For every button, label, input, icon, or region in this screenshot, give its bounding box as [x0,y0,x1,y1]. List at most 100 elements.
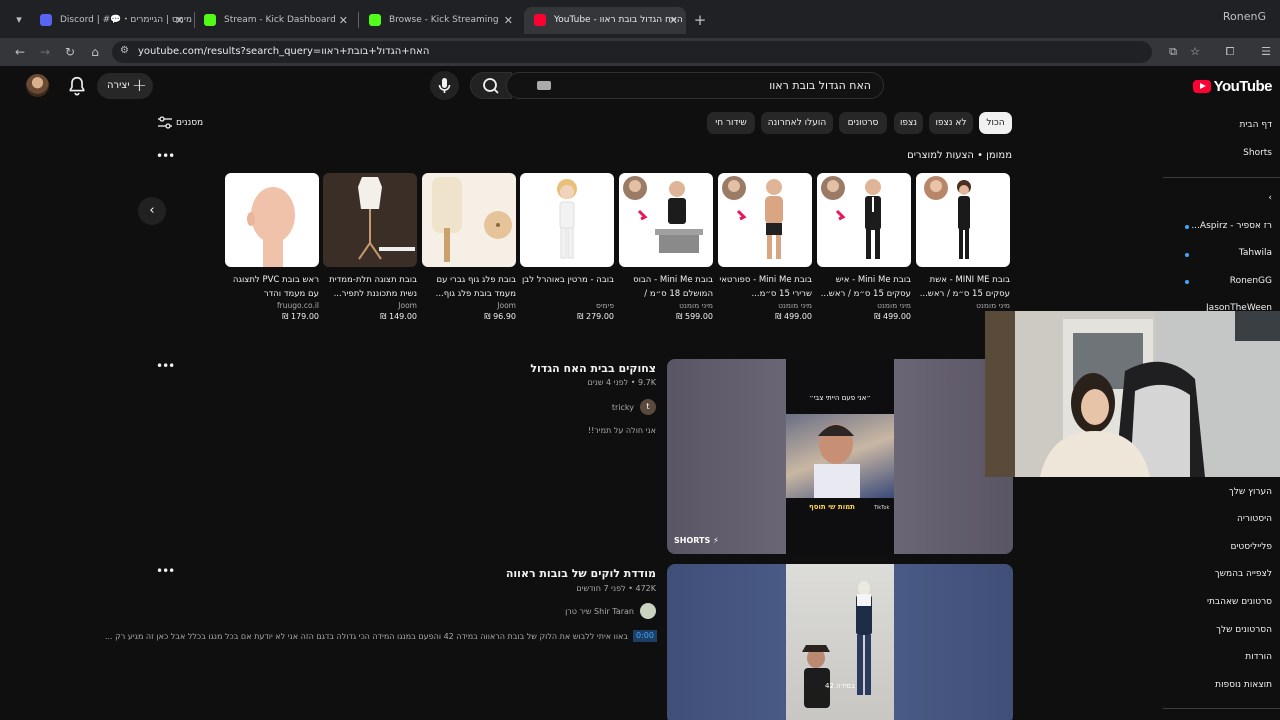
product-store: Joom [497,301,516,310]
more-options-icon[interactable]: ••• [156,360,175,375]
product-store: מיני מומנט [976,301,1010,310]
product-title[interactable]: בובת תצוגה תלת-ממדית נשית מתכוננת לתפיר.… [323,273,417,301]
home-icon[interactable]: ⌂ [86,43,104,61]
filters-button[interactable]: מסננים [157,115,203,131]
voice-search-button[interactable] [430,71,459,100]
guide-item-your-videos[interactable]: הסרטונים שלך [1216,625,1272,635]
guide-sub-ronengg[interactable]: RonenGG [1230,276,1272,286]
guide-sub-aspirz[interactable]: רז אספיר - Aspirz... [1191,221,1272,231]
shorts-badge: SHORTS ⚡ [674,536,719,545]
product-card[interactable]: בובת פלג גוף גברי עם מעמד בובת פלג גוף..… [422,173,516,322]
tab-kick-dashboard[interactable]: Stream - Kick Dashboard ✕ [194,7,356,34]
product-card[interactable]: בובה - מרטין באוהרל לבן פימיס 279.00 ₪ [520,173,614,322]
address-url[interactable]: youtube.com/results?search_query=האח+הגד… [138,41,429,63]
product-title[interactable]: בובת Mini Me - ספורטאי שרירי 15 ס״מ... [718,273,812,301]
chevron-left-icon[interactable]: ‹ [138,197,166,225]
guide-item-your-channel[interactable]: הערוץ שלך [1229,487,1272,497]
address-bar[interactable]: ⚙ youtube.com/results?search_query=האח+ה… [112,41,1152,63]
product-card[interactable]: בובת MINI ME - אשת עסקים 15 ס״מ / ראש...… [916,173,1010,311]
video-thumbnail[interactable]: ״אני פעם הייתי צבי״ תמות שי תוסף TikTok … [667,359,1013,554]
product-title[interactable]: בובת Mini Me - איש עסקים 15 ס״מ / ראש... [817,273,911,301]
product-thumbnail[interactable] [422,173,516,267]
product-thumbnail[interactable] [817,173,911,267]
product-card[interactable]: בובת Mini Me - הבוס המושלם 18 ס״מ / ראש.… [619,173,713,322]
new-tab-button[interactable]: + [690,10,710,30]
tab-close-icon[interactable]: ✕ [669,7,678,34]
product-store: פימיס [596,301,614,310]
product-title[interactable]: ראש בובת PVC לתצוגה עם מעמד והדר [225,273,319,301]
site-info-icon[interactable]: ⚙ [120,45,129,56]
forward-arrow-icon[interactable]: → [36,43,54,61]
product-card[interactable]: ראש בובת PVC לתצוגה עם מעמד והדר fruugo.… [225,173,319,322]
video-title[interactable]: מודדת לוקים של בובות ראווה [506,567,656,580]
guide-item-history[interactable]: היסטוריה [1237,514,1272,524]
tab-close-icon[interactable]: ✕ [504,7,513,34]
tab-close-icon[interactable]: ✕ [175,7,184,34]
extensions-icon[interactable]: ⧠ [1221,43,1239,61]
chip-videos[interactable]: סרטונים [839,112,887,134]
guide-item-shorts[interactable]: Shorts [1243,148,1272,158]
product-card[interactable]: בובת Mini Me - ספורטאי שרירי 15 ס״מ... מ… [718,173,812,322]
discord-favicon-icon [40,14,52,26]
search-query[interactable]: האח הגדול בובת ראוו [769,73,871,98]
profile-label[interactable]: RonenG [1223,10,1266,23]
product-thumbnail[interactable] [718,173,812,267]
tab-discord[interactable]: Discord | #💬・שיחות&מימס | הגיימרים ✕ [30,7,192,34]
product-thumbnail[interactable] [520,173,614,267]
guide-item-liked-videos[interactable]: סרטונים שאהבתי [1207,597,1272,607]
video-thumbnail[interactable]: במידה 42 [667,564,1013,720]
channel-name[interactable]: tricky [612,403,634,412]
product-thumbnail[interactable] [916,173,1010,267]
tab-kick-browse[interactable]: Browse - Kick Streaming ✕ [359,7,521,34]
chip-recently-uploaded[interactable]: הועלו לאחרונה [761,112,833,134]
reload-icon[interactable]: ↻ [61,43,79,61]
create-button[interactable]: יצירה + [97,73,153,99]
product-title[interactable]: בובת MINI ME - אשת עסקים 15 ס״מ / ראש... [916,273,1010,301]
product-card[interactable]: בובת Mini Me - איש עסקים 15 ס״מ / ראש...… [817,173,911,322]
product-title[interactable]: בובת פלג גוף גברי עם מעמד בובת פלג גוף..… [422,273,516,301]
browser-menu-icon[interactable]: ☰ [1257,43,1275,61]
video-title[interactable]: צחוקים בבית האח הגדול [530,362,656,375]
webcam-overlay [985,311,1280,477]
tab-youtube[interactable]: YouTube - האח הגדול בובת ראוו ✕ [524,7,686,34]
bookmark-star-icon[interactable]: ☆ [1186,43,1204,61]
search-input[interactable]: האח הגדול בובת ראוו [506,72,884,99]
notifications-bell-icon[interactable] [66,75,88,97]
guide-item-home[interactable]: דף הבית [1239,120,1272,130]
more-options-icon[interactable]: ••• [156,565,175,580]
channel-avatar[interactable]: t [640,399,656,415]
chapter-timestamp[interactable]: 0:00 [633,630,657,642]
product-price: 96.90 ₪ [484,312,516,321]
guide-item-watch-later[interactable]: לצפייה בהמשך [1215,569,1272,579]
shorts-frame-image [786,414,894,498]
product-title[interactable]: בובה - מרטין באוהרל לבן [520,273,614,301]
shorts-badge-label: SHORTS [674,536,711,545]
chip-watched[interactable]: נצפו [894,112,923,134]
guide-item-playlists[interactable]: פלייליסטים [1230,542,1272,552]
tab-close-icon[interactable]: ✕ [339,7,348,34]
keyboard-icon[interactable] [537,81,551,90]
tab-title: Stream - Kick Dashboard [224,15,336,25]
chip-unwatched[interactable]: לא נצפו [929,112,973,134]
avatar[interactable] [26,74,49,97]
product-store: Joom [398,301,417,310]
product-card[interactable]: בובת תצוגה תלת-ממדית נשית מתכוננת לתפיר.… [323,173,417,322]
product-thumbnail[interactable] [323,173,417,267]
more-options-icon[interactable]: ••• [156,150,175,165]
guide-sub-tahwila[interactable]: Tahwila [1239,248,1272,258]
tab-title: Discord | #💬・שיחות&מימס | הגיימרים [60,15,192,25]
youtube-logo[interactable]: YouTube [1192,76,1273,96]
product-thumbnail[interactable] [619,173,713,267]
install-app-icon[interactable]: ⧉ [1164,43,1182,61]
tab-search-chevron-icon[interactable]: ▾ [9,10,29,30]
guide-item-downloads[interactable]: הורדות [1245,652,1272,662]
channel-name[interactable]: שיר טרן Shir Taran [565,607,634,616]
chip-live[interactable]: שידור חי [707,112,755,134]
chevron-right-icon[interactable]: › [1268,193,1272,203]
product-title[interactable]: בובת Mini Me - הבוס המושלם 18 ס״מ / ראש.… [619,273,713,301]
product-thumbnail[interactable] [225,173,319,267]
channel-avatar[interactable] [640,603,656,619]
chip-all[interactable]: הכול [979,112,1012,134]
back-arrow-icon[interactable]: ← [11,43,29,61]
guide-item-show-more[interactable]: תוצאות נוספות [1215,680,1272,690]
